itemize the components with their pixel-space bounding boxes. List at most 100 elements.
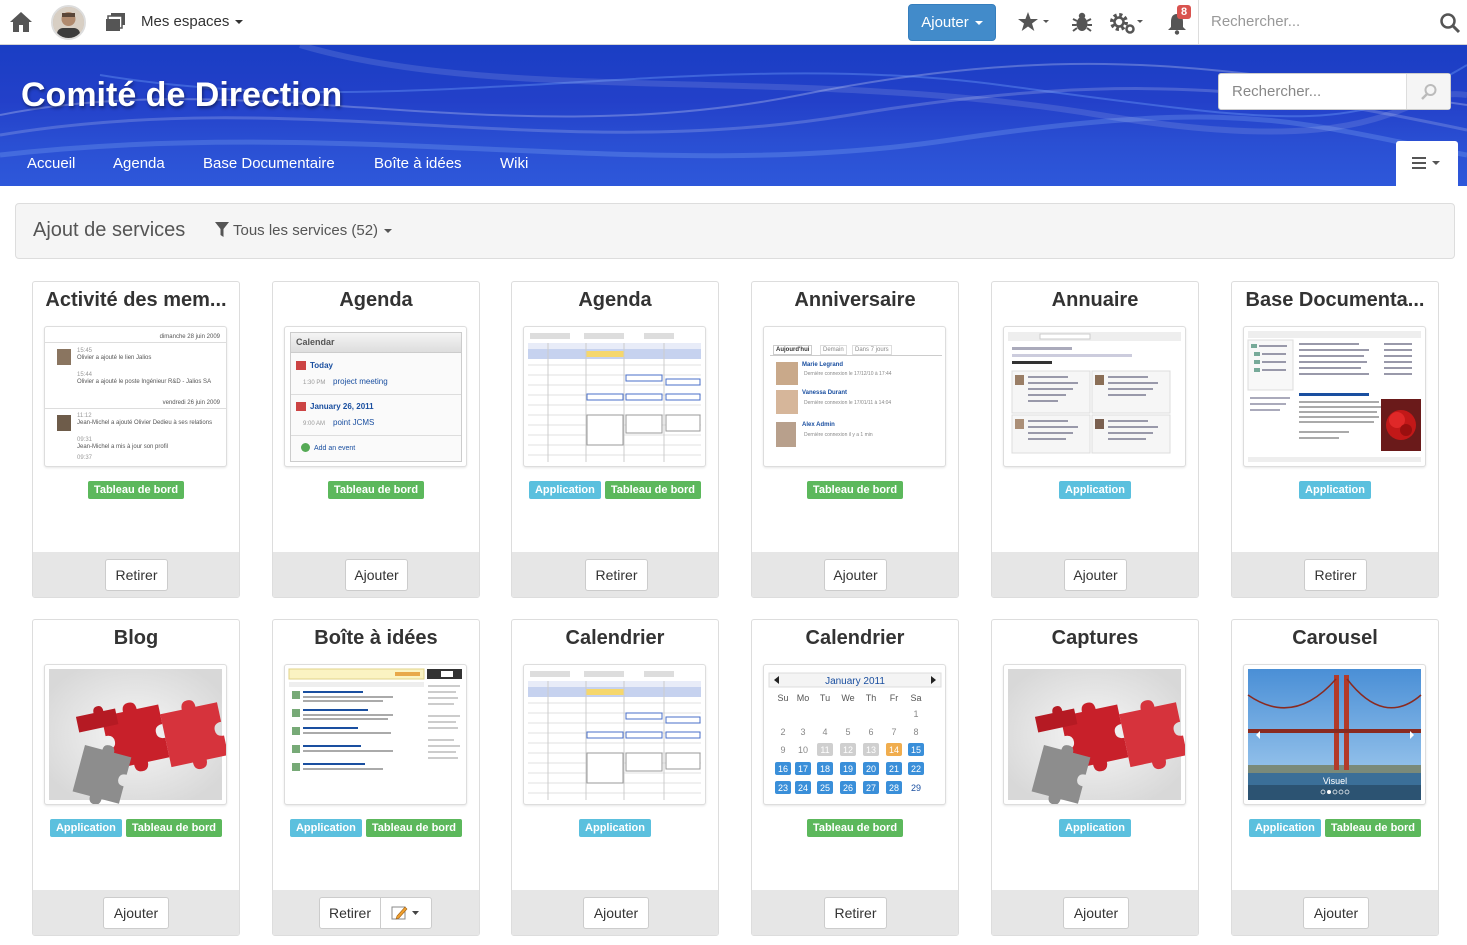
card-title: Boîte à idées: [314, 627, 438, 649]
card-labels: Application Tableau de bord: [512, 481, 718, 499]
search-icon[interactable]: [1439, 12, 1461, 34]
gear-icon[interactable]: [1108, 11, 1148, 40]
remove-button[interactable]: Retirer: [585, 559, 648, 591]
day-cell[interactable]: 7: [891, 727, 896, 737]
day-cell[interactable]: 18: [820, 764, 830, 774]
day-cell[interactable]: 26: [843, 783, 853, 793]
home-icon[interactable]: [9, 11, 33, 38]
card-footer: Retirer: [752, 890, 958, 935]
avatar[interactable]: [51, 5, 86, 40]
card-footer: Retirer: [512, 552, 718, 597]
service-card: Boîte à idées Application Tableau de bord…: [272, 619, 480, 936]
nav-item-accueil[interactable]: Accueil: [27, 155, 75, 172]
spaces-menu[interactable]: Mes espaces: [141, 13, 244, 30]
day-cell[interactable]: 21: [889, 764, 899, 774]
top-search-input[interactable]: Rechercher...: [1211, 13, 1300, 30]
weekday-label: Mo: [797, 693, 810, 703]
day-cell[interactable]: 6: [868, 727, 873, 737]
day-cell[interactable]: 5: [845, 727, 850, 737]
day-cell[interactable]: 1: [913, 709, 918, 719]
preview-text: Add an event: [314, 445, 356, 452]
day-cell[interactable]: 25: [820, 783, 830, 793]
day-cell[interactable]: 10: [798, 745, 808, 755]
nav-menu-button[interactable]: [1396, 141, 1458, 186]
weekday-label: Tu: [820, 693, 830, 703]
preview-text: vendredi 26 juin 2009: [162, 400, 220, 406]
preview-text: Today: [310, 361, 333, 370]
add-service-button[interactable]: Ajouter: [1303, 897, 1369, 929]
add-service-button[interactable]: Ajouter: [103, 897, 169, 929]
remove-button[interactable]: Retirer: [319, 897, 381, 929]
preview-text: Olivier a ajouté le poste Ingénieur R&D …: [77, 379, 212, 385]
top-navbar: Mes espaces Ajouter 8 Rechercher...: [0, 0, 1467, 45]
space-search-input[interactable]: Rechercher...: [1232, 83, 1321, 100]
day-cell[interactable]: 9: [780, 745, 785, 755]
day-cell[interactable]: 4: [822, 727, 827, 737]
day-cell[interactable]: 8: [913, 727, 918, 737]
add-service-button[interactable]: Ajouter: [1064, 559, 1127, 591]
day-cell[interactable]: 11: [820, 745, 829, 755]
card-labels: Tableau de bord: [33, 481, 239, 499]
add-service-button[interactable]: Ajouter: [824, 559, 887, 591]
day-cell[interactable]: 23: [778, 783, 788, 793]
notification-badge[interactable]: 8: [1177, 5, 1192, 19]
preview-text: dimanche 28 juin 2009: [159, 334, 220, 340]
add-button[interactable]: Ajouter: [908, 4, 996, 41]
card-labels: Application: [1232, 481, 1438, 499]
preview-text: Dans 7 jours: [852, 345, 892, 355]
day-cell[interactable]: 3: [800, 727, 805, 737]
space-search-button[interactable]: [1406, 74, 1450, 109]
day-cell[interactable]: 29: [911, 783, 921, 793]
add-service-button[interactable]: Ajouter: [345, 559, 408, 591]
space-title[interactable]: Comité de Direction: [21, 76, 342, 115]
card-title: Activité des mem...: [45, 289, 227, 311]
services-filter-label: Tous les services (52): [233, 222, 379, 239]
day-cell[interactable]: 22: [911, 764, 921, 774]
card-footer: Ajouter: [273, 552, 479, 597]
day-cell[interactable]: 20: [866, 764, 876, 774]
service-card: Calendrier Application Ajouter: [511, 619, 719, 936]
day-cell[interactable]: 24: [798, 783, 808, 793]
day-cell[interactable]: 13: [866, 745, 876, 755]
bridge-image: Visuel: [1247, 669, 1422, 800]
carousel-caption: Visuel: [1323, 776, 1347, 786]
add-service-button[interactable]: Ajouter: [583, 897, 649, 929]
remove-button[interactable]: Retirer: [824, 897, 887, 929]
day-cell[interactable]: 15: [911, 745, 921, 755]
space-search[interactable]: Rechercher...: [1218, 73, 1451, 110]
space-banner: Comité de Direction Rechercher... Accuei…: [0, 45, 1467, 186]
nav-item-base-documentaire[interactable]: Base Documentaire: [203, 155, 335, 172]
day-cell[interactable]: 16: [778, 764, 788, 774]
chevron-down-icon: [974, 21, 983, 26]
label-application: Application: [1248, 819, 1321, 837]
day-cell[interactable]: 17: [798, 764, 808, 774]
day-cell[interactable]: 2: [780, 727, 785, 737]
nav-item-wiki[interactable]: Wiki: [500, 155, 528, 172]
star-icon[interactable]: [1018, 11, 1052, 38]
label-application: Application: [528, 481, 601, 499]
day-cell[interactable]: 28: [889, 783, 899, 793]
day-cell[interactable]: 14: [889, 745, 899, 755]
remove-button[interactable]: Retirer: [105, 559, 168, 591]
weekday-label: Su: [777, 693, 788, 703]
nav-item-boite-a-idees[interactable]: Boîte à idées: [374, 155, 462, 172]
preview-text: January 26, 2011: [310, 402, 374, 411]
day-cell[interactable]: 12: [843, 745, 853, 755]
search-icon: [1421, 84, 1437, 100]
top-search[interactable]: Rechercher...: [1198, 0, 1467, 44]
card-preview: Calendar Today 1:30 PM project meeting J…: [284, 326, 467, 467]
card-footer: Retirer: [1232, 552, 1438, 597]
services-filter[interactable]: Tous les services (52): [215, 222, 393, 239]
nav-item-agenda[interactable]: Agenda: [113, 155, 165, 172]
day-cell[interactable]: 27: [866, 783, 876, 793]
edit-dropdown-button[interactable]: [380, 897, 432, 929]
card-preview: [1003, 326, 1186, 467]
remove-button[interactable]: Retirer: [1304, 559, 1367, 591]
label-dashboard: Tableau de bord: [125, 819, 223, 837]
spaces-icon[interactable]: [105, 12, 127, 37]
card-preview: January 2011 Su Mo Tu We Th Fr Sa 1 2 3 4 5 6 7 8 9 10 11…: [763, 664, 946, 805]
day-cell[interactable]: 19: [843, 764, 853, 774]
mini-calendar: January 2011 Su Mo Tu We Th Fr Sa12 3 4 5 6 7 89 10 11…: [768, 672, 942, 794]
bug-icon[interactable]: [1071, 11, 1093, 38]
add-service-button[interactable]: Ajouter: [1063, 897, 1129, 929]
